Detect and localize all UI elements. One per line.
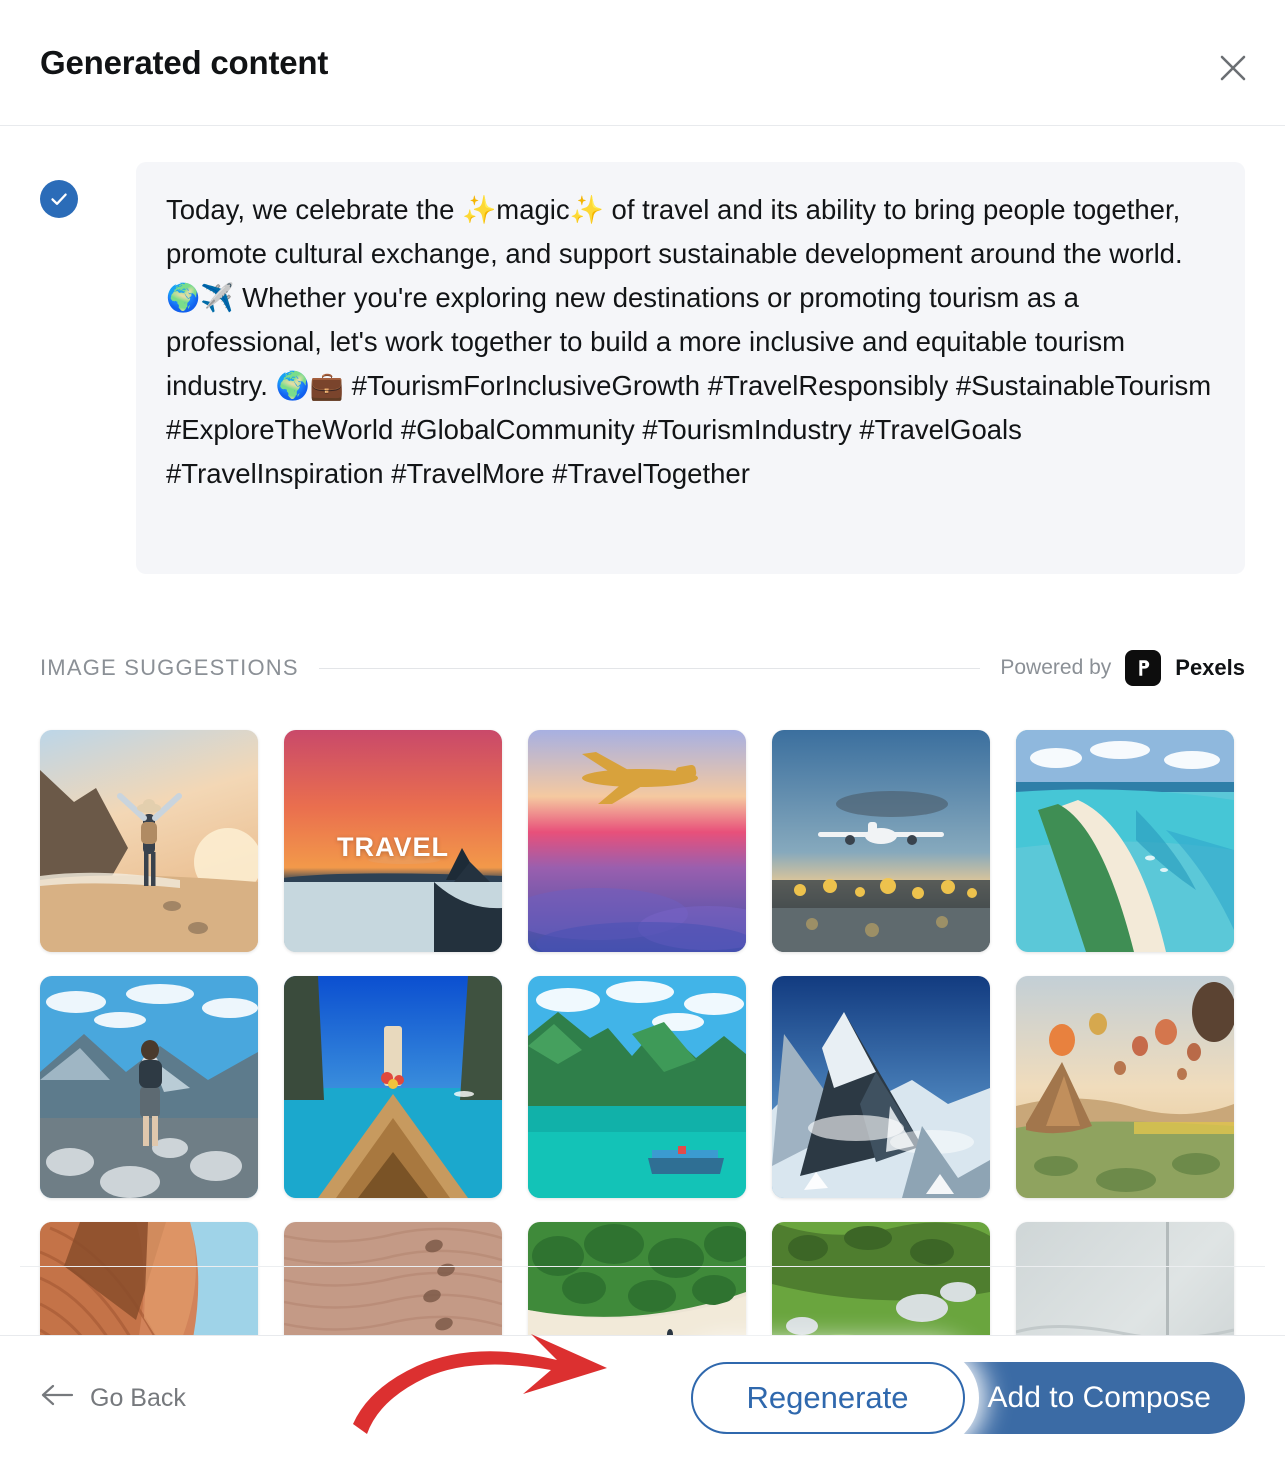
image-thumbnail[interactable] [528,976,746,1198]
image-thumbnail[interactable] [1016,730,1234,952]
image-thumbnail[interactable] [528,1222,746,1335]
image-thumbnail[interactable] [772,976,990,1198]
footer-actions: Add to Compose Regenerate [681,1353,1245,1443]
modal-header: Generated content [0,0,1285,126]
image-thumbnail[interactable] [1016,1222,1234,1335]
close-icon[interactable] [1209,44,1257,92]
check-circle-icon[interactable] [40,180,78,218]
image-thumbnail[interactable] [772,730,990,952]
scroll-hint-divider [20,1266,1265,1267]
powered-by-text: Powered by [1000,656,1112,679]
image-thumbnail[interactable] [40,976,258,1198]
add-to-compose-button[interactable]: Add to Compose [929,1362,1245,1434]
generated-text: Today, we celebrate the ✨magic✨ of trave… [166,194,1219,489]
image-suggestions-label: IMAGE SUGGESTIONS [40,655,299,680]
image-thumbnail[interactable] [40,1222,258,1335]
pexels-logo-icon [1125,650,1162,686]
image-thumbnail[interactable] [284,976,502,1198]
image-thumbnail[interactable] [528,730,746,952]
generated-content-modal: Generated content Today, we celebrate th… [0,0,1285,1460]
generated-text-row: Today, we celebrate the ✨magic✨ of trave… [0,126,1285,574]
image-thumbnail[interactable] [772,1222,990,1335]
modal-footer: Go Back Add to Compose Regenerate [0,1335,1285,1460]
image-thumbnail[interactable]: TRAVEL [284,730,502,952]
powered-by-pexels: Powered by Pexels [1000,650,1245,686]
page-title: Generated content [40,43,329,81]
go-back-label: Go Back [90,1383,186,1412]
image-thumbnail[interactable] [284,1222,502,1335]
arrow-left-icon [40,1384,74,1413]
image-suggestions-header: IMAGE SUGGESTIONS Powered by Pexels [0,650,1285,686]
generated-text-box[interactable]: Today, we celebrate the ✨magic✨ of trave… [136,162,1245,574]
regenerate-button-highlight: Regenerate [681,1353,974,1443]
regenerate-button[interactable]: Regenerate [690,1362,965,1434]
modal-body: Today, we celebrate the ✨magic✨ of trave… [0,126,1285,1335]
image-thumbnail[interactable] [1016,976,1234,1198]
image-suggestions-grid: TRAVEL [0,730,1285,1335]
image-thumbnail[interactable] [40,730,258,952]
pexels-name: Pexels [1175,655,1245,680]
go-back-button[interactable]: Go Back [40,1384,186,1413]
divider [318,667,981,669]
